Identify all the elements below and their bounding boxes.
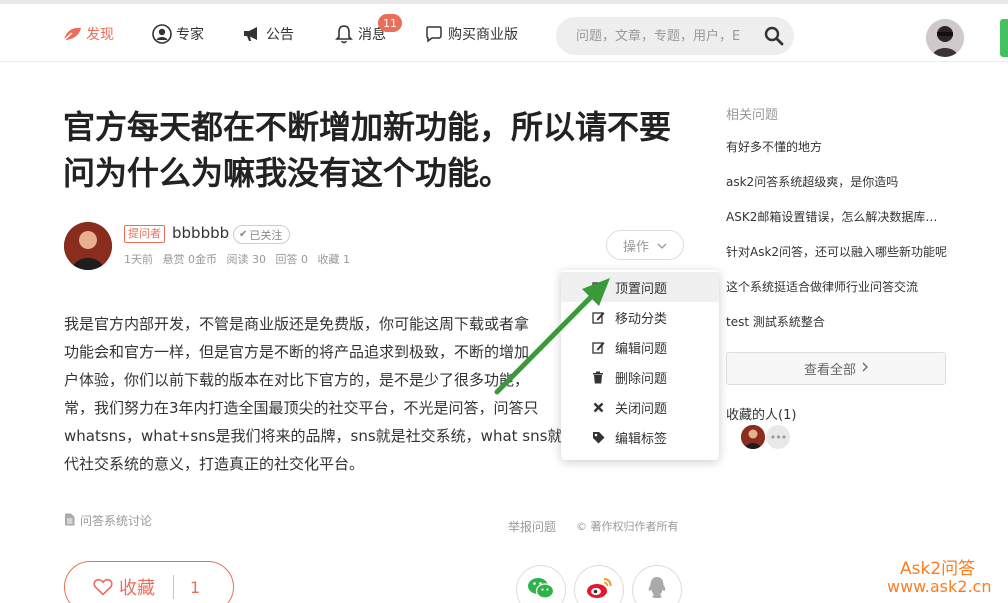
related-questions-title: 相关问题 xyxy=(726,108,779,123)
favorited-by-title: 收藏的人(1) xyxy=(726,408,797,423)
meta-answers: 回答 0 xyxy=(275,253,309,266)
favorite-button[interactable]: 收藏 1 xyxy=(64,561,234,603)
megaphone-icon xyxy=(242,24,262,44)
related-question-link[interactable]: ASK2邮箱设置错误，怎么解决数据库中的问题 xyxy=(726,208,948,225)
menu-item-label: 删除问题 xyxy=(615,371,668,387)
nav-buy-commercial-label: 购买商业版 xyxy=(448,27,518,43)
bell-icon xyxy=(334,24,354,44)
asker-tag: 提问者 xyxy=(124,225,165,243)
copyright-text: © 著作权归作者所有 xyxy=(576,520,679,533)
watermark-url: www.ask2.cn xyxy=(887,577,992,596)
wechat-icon xyxy=(527,576,555,603)
edit-icon xyxy=(591,340,605,354)
qq-icon xyxy=(646,576,668,603)
share-qq-button[interactable] xyxy=(632,565,682,603)
nav-announcements-label: 公告 xyxy=(266,27,294,43)
question-meta: 1天前 悬赏 0金币 阅读 30 回答 0 收藏 1 xyxy=(124,251,356,267)
share-weibo-button[interactable] xyxy=(574,565,624,603)
see-all-button[interactable]: 查看全部 xyxy=(726,352,946,385)
author-avatar[interactable] xyxy=(64,222,112,270)
menu-item-pin-question[interactable]: 顶置问题 xyxy=(561,272,719,302)
meta-favorites: 收藏 1 xyxy=(317,253,351,266)
related-question-link[interactable]: 这个系统挺适合做律师行业问答交流 xyxy=(726,278,948,295)
operations-dropdown: 顶置问题 移动分类 编辑问题 删除问题 关闭问题 编辑标签 xyxy=(561,270,719,460)
nav-messages[interactable]: 消息 11 xyxy=(334,14,402,46)
trash-icon xyxy=(591,370,605,384)
menu-item-label: 编辑标签 xyxy=(615,431,668,447)
close-icon xyxy=(591,400,605,414)
chevron-down-icon xyxy=(657,238,667,253)
nav-announcements[interactable]: 公告 xyxy=(242,22,294,46)
nav-buy-commercial[interactable]: 购买商业版 xyxy=(424,22,518,46)
related-question-link[interactable]: ask2问答系统超级爽，是你造吗 xyxy=(726,173,948,190)
meta-reward: 悬赏 0金币 xyxy=(162,253,218,266)
search-icon[interactable] xyxy=(764,26,784,46)
document-icon xyxy=(64,513,75,529)
related-question-link[interactable]: 针对Ask2问答，还可以融入哪些新功能呢 xyxy=(726,243,948,260)
menu-item-label: 关闭问题 xyxy=(615,401,668,417)
question-title: 官方每天都在不断增加新功能，所以请不要问为什么为嘛我没有这个功能。 xyxy=(63,108,672,192)
check-icon: ✔ xyxy=(239,229,248,240)
nav-discover-label: 发现 xyxy=(86,27,114,43)
user-circle-icon xyxy=(152,24,172,44)
chat-bubble-icon xyxy=(424,24,444,44)
weibo-icon xyxy=(585,576,613,603)
menu-item-delete-question[interactable]: 删除问题 xyxy=(561,362,719,392)
nav-discover[interactable]: 发现 xyxy=(62,22,114,46)
favorite-count: 1 xyxy=(190,577,201,597)
operations-label: 操作 xyxy=(622,239,649,255)
edit-icon xyxy=(591,310,605,324)
topic-label: 问答系统讨论 xyxy=(80,514,153,528)
edit-icon xyxy=(591,280,605,294)
follow-button[interactable]: ✔ 已关注 xyxy=(233,225,291,244)
menu-item-close-question[interactable]: 关闭问题 xyxy=(561,392,719,422)
topic-tag[interactable]: 问答系统讨论 xyxy=(64,512,152,529)
menu-item-label: 编辑问题 xyxy=(615,341,668,357)
favoriter-avatar[interactable] xyxy=(741,425,765,449)
report-question-link[interactable]: 举报问题 xyxy=(508,518,556,535)
favorite-divider xyxy=(173,575,174,599)
search-input[interactable] xyxy=(576,28,766,44)
watermark-brand: Ask2问答 xyxy=(900,559,976,579)
operations-button[interactable]: 操作 xyxy=(606,230,684,260)
side-tab-button[interactable] xyxy=(1000,19,1008,57)
meta-reads: 阅读 30 xyxy=(226,253,267,266)
see-all-label: 查看全部 xyxy=(803,363,856,378)
related-question-link[interactable]: 有好多不懂的地方 xyxy=(726,138,948,155)
tag-icon xyxy=(591,430,605,444)
menu-item-edit-question[interactable]: 编辑问题 xyxy=(561,332,719,362)
favorite-label: 收藏 xyxy=(119,578,155,599)
share-wechat-button[interactable] xyxy=(516,565,566,603)
nav-experts-label: 专家 xyxy=(176,27,204,43)
search-box xyxy=(556,17,794,55)
chevron-right-icon xyxy=(862,361,868,376)
menu-item-move-category[interactable]: 移动分类 xyxy=(561,302,719,332)
heart-icon xyxy=(93,578,113,596)
menu-item-label: 顶置问题 xyxy=(615,281,668,297)
related-question-link[interactable]: test 測試系統整合 xyxy=(726,313,948,330)
menu-item-label: 移动分类 xyxy=(615,311,668,327)
top-navbar: 发现 专家 公告 消息 11 购买商业版 xyxy=(0,4,1008,62)
nav-experts[interactable]: 专家 xyxy=(152,22,204,46)
menu-item-edit-tags[interactable]: 编辑标签 xyxy=(561,422,719,452)
follow-label: 已关注 xyxy=(249,228,283,242)
more-favoriters-button[interactable]: ••• xyxy=(766,425,790,449)
user-avatar[interactable] xyxy=(926,19,964,57)
message-count-badge: 11 xyxy=(378,14,402,32)
author-name[interactable]: bbbbbb xyxy=(172,224,229,242)
meta-time: 1天前 xyxy=(124,253,153,266)
leaf-icon xyxy=(62,24,82,44)
